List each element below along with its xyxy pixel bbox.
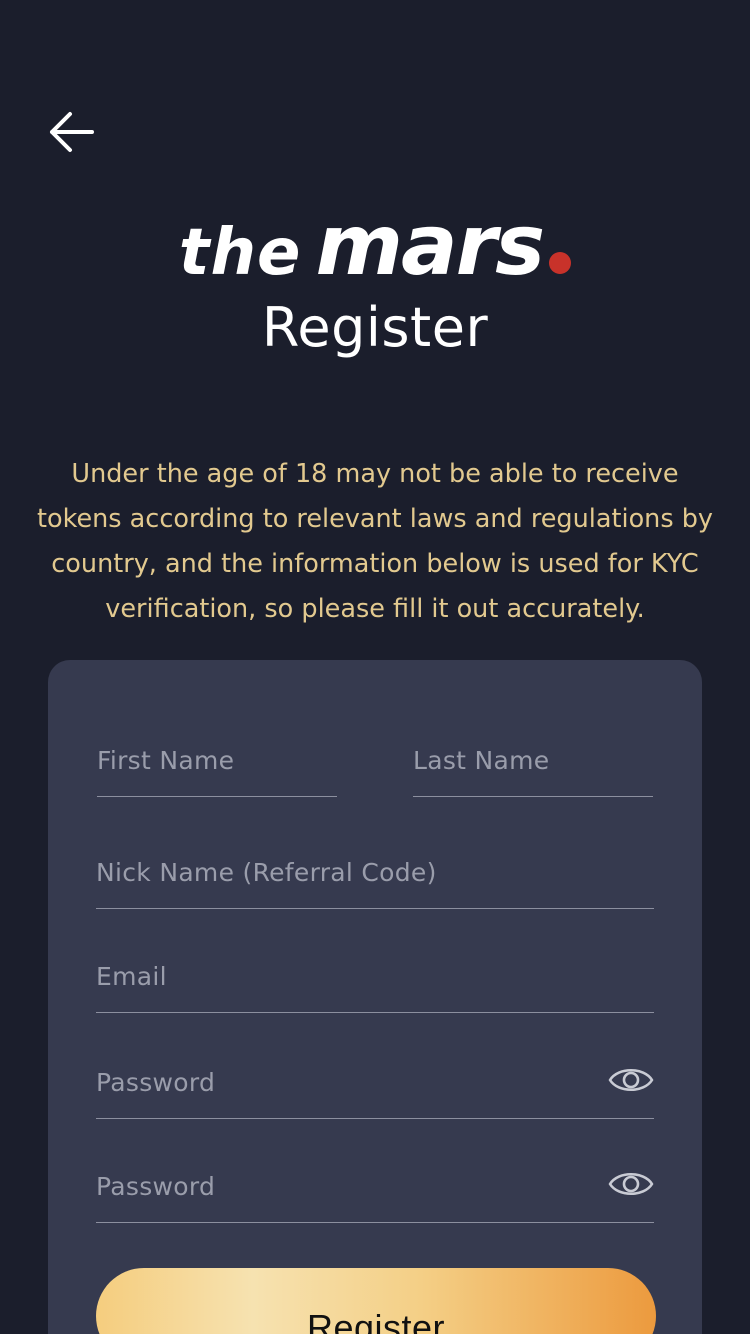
nick-name-field-wrapper bbox=[96, 830, 654, 909]
email-input[interactable] bbox=[96, 954, 654, 998]
password-confirm-input[interactable] bbox=[96, 1164, 596, 1208]
arrow-left-icon bbox=[50, 112, 94, 152]
register-button-label: Register bbox=[306, 1307, 446, 1334]
toggle-password-confirm-visibility-button[interactable] bbox=[608, 1164, 654, 1204]
page-title: Register bbox=[261, 296, 489, 359]
eye-icon bbox=[608, 1068, 654, 1092]
logo-dot bbox=[549, 252, 572, 274]
the-mars-logo: the mars bbox=[0, 196, 750, 294]
password-input[interactable] bbox=[96, 1060, 596, 1104]
back-button[interactable] bbox=[44, 106, 100, 158]
eye-icon bbox=[608, 1172, 654, 1196]
last-name-input[interactable] bbox=[413, 738, 653, 782]
password-confirm-field-wrapper bbox=[96, 1144, 654, 1223]
logo-the-text: the bbox=[178, 216, 302, 290]
email-field-wrapper bbox=[96, 934, 654, 1013]
age-kyc-notice: Under the age of 18 may not be able to r… bbox=[36, 459, 714, 624]
logo-mars-text: mars bbox=[315, 196, 545, 294]
nick-name-input[interactable] bbox=[96, 850, 654, 894]
register-screen: the mars Register Under the age of 18 may… bbox=[0, 0, 750, 1334]
last-name-field-wrapper bbox=[413, 718, 653, 797]
first-name-input[interactable] bbox=[97, 738, 337, 782]
register-button[interactable]: Register bbox=[96, 1268, 656, 1334]
toggle-password-visibility-button[interactable] bbox=[608, 1060, 654, 1100]
first-name-field-wrapper bbox=[97, 718, 337, 797]
password-field-wrapper bbox=[96, 1040, 654, 1119]
register-form-card bbox=[48, 660, 702, 1334]
